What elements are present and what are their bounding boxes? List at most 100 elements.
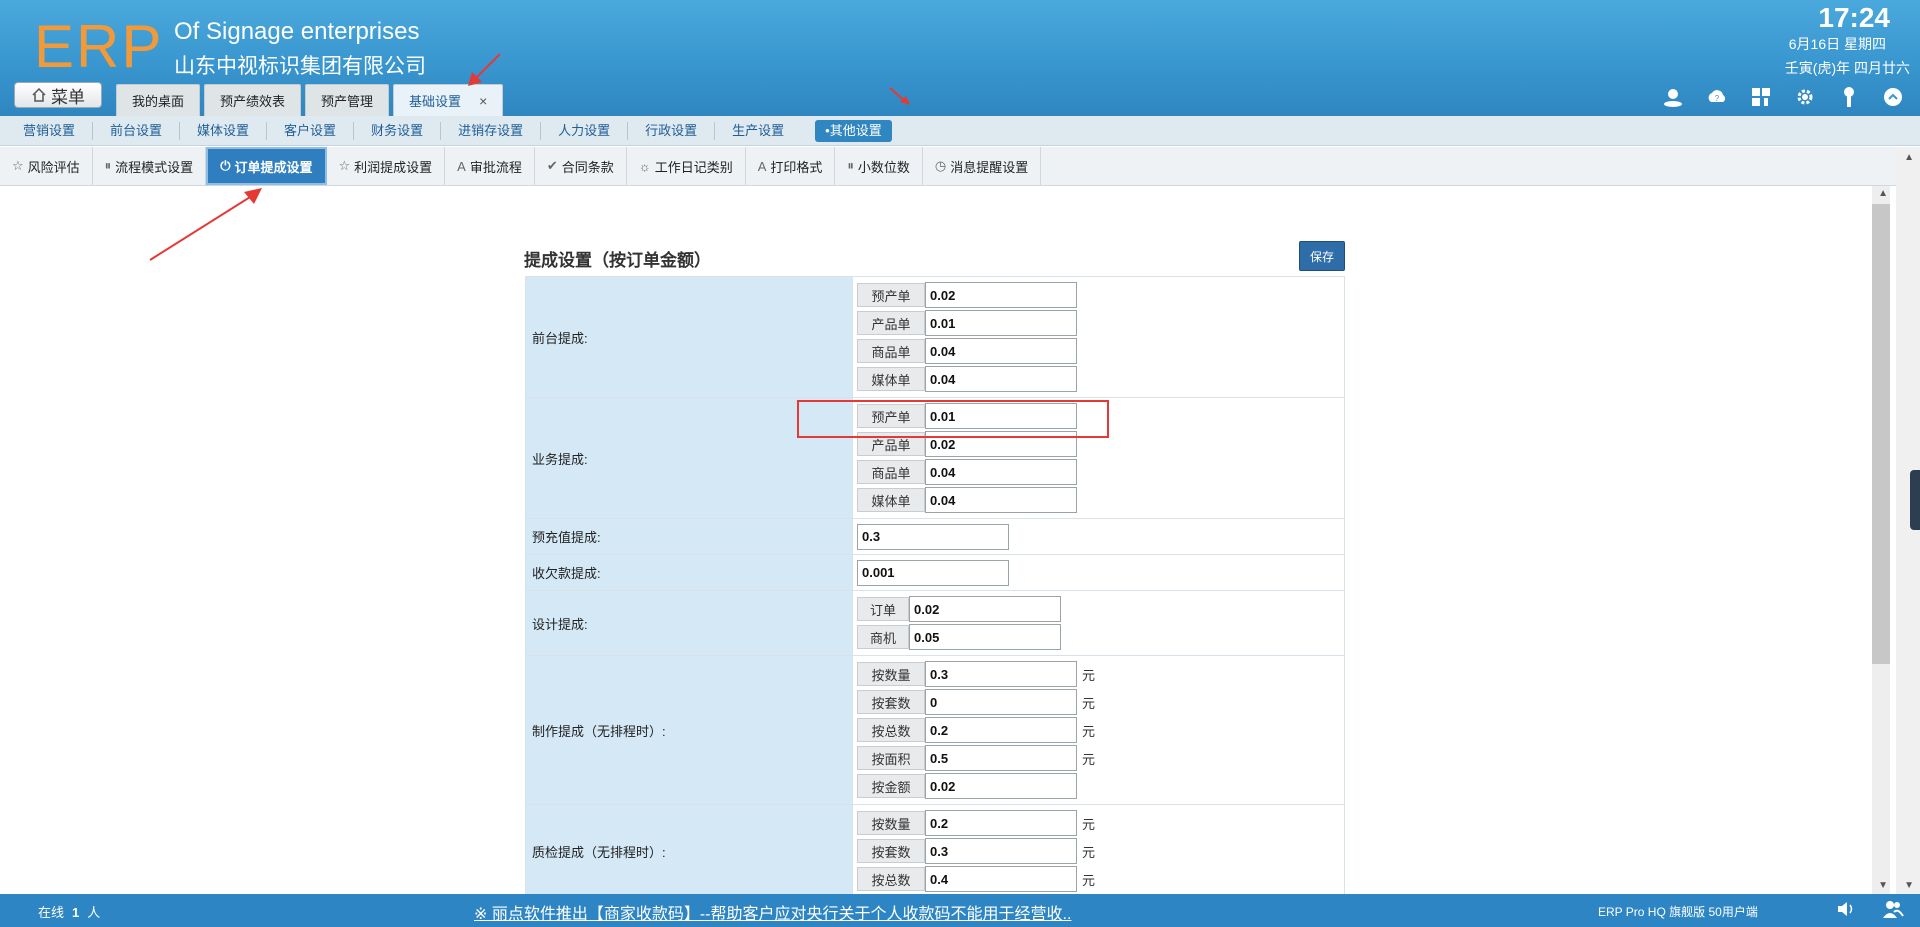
cloud-help-icon[interactable]: ? [1706, 86, 1728, 108]
subtab-order-commission[interactable]: ⏻ 订单提成设置 [206, 147, 327, 185]
category-customer[interactable]: 客户设置 [267, 121, 355, 140]
front-media-input[interactable] [925, 366, 1077, 392]
commission-settings-table: 前台提成: 预产单 产品单 商品单 媒体单 业务提成: 预产单 产品单 商品单 … [525, 276, 1345, 894]
prepaid-commission-input[interactable] [857, 523, 1009, 550]
subtab-risk-assessment[interactable]: ☆ 风险评估 [0, 147, 93, 185]
menu-button[interactable]: 菜单 [14, 82, 102, 108]
tab-label: 预产管理 [321, 94, 374, 109]
online-prefix: 在线 [38, 905, 65, 920]
production-by-amount-input[interactable] [925, 773, 1077, 799]
collapse-up-icon[interactable] [1882, 86, 1904, 108]
production-by-area-input[interactable] [925, 745, 1077, 771]
front-preproduction-input[interactable] [925, 282, 1077, 308]
subtab-profit-commission[interactable]: ☆ 利润提成设置 [327, 147, 446, 185]
field-label: 按数量 [857, 811, 925, 835]
category-other[interactable]: •其他设置 [815, 119, 892, 142]
row-values: 订单 商机 [852, 590, 1345, 656]
users-icon[interactable] [1882, 899, 1904, 919]
row-label: 收欠款提成: [525, 554, 853, 591]
production-by-total-input[interactable] [925, 717, 1077, 743]
scroll-up-icon[interactable]: ▲ [1878, 188, 1888, 199]
tab-preproduction-performance[interactable]: 预产绩效表 [204, 84, 302, 116]
subtab-label: 打印格式 [770, 159, 823, 175]
annotation-highlight-box [797, 400, 1109, 438]
tab-my-desktop[interactable]: 我的桌面 [116, 84, 201, 116]
main-tab-bar: 我的桌面 预产绩效表 预产管理 基础设置 × [116, 84, 504, 116]
app-header: ERP Of Signage enterprises 山东中视标识集团有限公司 … [0, 0, 1920, 116]
speaker-icon[interactable] [1836, 899, 1856, 919]
front-product-input[interactable] [925, 310, 1077, 336]
category-media[interactable]: 媒体设置 [180, 121, 268, 140]
category-production[interactable]: 生产设置 [715, 122, 801, 140]
qc-by-total-input[interactable] [925, 866, 1077, 892]
field-row: 按套数 元 [857, 837, 1340, 865]
window-scroll-down-icon[interactable]: ▼ [1904, 880, 1914, 891]
window-scroll-up-icon[interactable]: ▲ [1904, 152, 1914, 163]
footer-icons [1836, 899, 1904, 919]
key-icon[interactable] [1838, 86, 1860, 108]
subtab-label: 流程模式设置 [115, 159, 194, 175]
tab-preproduction-management[interactable]: 预产管理 [305, 84, 390, 116]
subtab-approval-flow[interactable]: A 审批流程 [445, 147, 535, 185]
side-panel-handle[interactable] [1910, 470, 1920, 530]
subtab-decimal-places[interactable]: ⏸ 小数位数 [835, 147, 923, 185]
tab-label: 预产绩效表 [220, 94, 286, 109]
category-inventory[interactable]: 进销存设置 [441, 121, 542, 140]
unit-label: 元 [1082, 816, 1096, 832]
row-values: 预产单 产品单 商品单 媒体单 [852, 276, 1345, 398]
category-front-desk[interactable]: 前台设置 [93, 121, 181, 140]
qc-by-quantity-input[interactable] [925, 810, 1077, 836]
table-row: 前台提成: 预产单 产品单 商品单 媒体单 [525, 276, 1345, 398]
category-hr[interactable]: 人力设置 [541, 121, 629, 140]
qc-by-set-input[interactable] [925, 838, 1077, 864]
design-order-input[interactable] [909, 596, 1061, 622]
row-label: 预充值提成: [525, 518, 853, 555]
category-admin[interactable]: 行政设置 [628, 121, 716, 140]
content-scrollbar-thumb[interactable] [1872, 204, 1890, 664]
gear-icon[interactable] [1794, 86, 1816, 108]
close-icon[interactable]: × [479, 93, 487, 109]
subtab-label: 风险评估 [27, 159, 80, 175]
font-icon: A [457, 158, 466, 174]
category-marketing[interactable]: 营销设置 [6, 121, 94, 140]
save-button[interactable]: 保存 [1299, 241, 1345, 271]
announcement-link[interactable]: ※ 丽点软件推出【商家收款码】--帮助客户应对央行关于个人收款码不能用于经营收.… [474, 900, 1071, 924]
design-opportunity-input[interactable] [909, 624, 1061, 650]
field-label: 媒体单 [857, 367, 925, 391]
sub-tab-bar: ☆ 风险评估 ⏸ 流程模式设置 ⏻ 订单提成设置 ☆ 利润提成设置 A 审批流程 ✔ 合同条… [0, 147, 1920, 186]
field-row: 媒体单 [857, 486, 1340, 514]
check-icon: ✔ [546, 158, 558, 173]
row-values [852, 554, 1345, 591]
front-goods-input[interactable] [925, 338, 1077, 364]
subtab-message-reminder[interactable]: ◷ 消息提醒设置 [923, 147, 1042, 185]
field-label: 商机 [857, 625, 909, 649]
field-label: 按总数 [857, 718, 925, 742]
field-label: 商品单 [857, 339, 925, 363]
clock-icon: ◷ [934, 158, 947, 173]
row-values [852, 518, 1345, 555]
business-media-input[interactable] [925, 487, 1077, 513]
field-label: 按总数 [857, 867, 925, 891]
production-by-set-input[interactable] [925, 689, 1077, 715]
category-finance[interactable]: 财务设置 [354, 121, 442, 140]
subtab-contract-terms[interactable]: ✔ 合同条款 [535, 147, 627, 185]
pause-circle-icon: ⏸ [104, 158, 112, 173]
unit-label: 元 [1082, 844, 1096, 860]
dashboard-icon[interactable] [1750, 86, 1772, 108]
field-row: 按金额 [857, 772, 1340, 800]
arrears-commission-input[interactable] [857, 559, 1009, 586]
field-row: 预产单 [857, 281, 1340, 309]
table-row: 预充值提成: [525, 518, 1345, 555]
scroll-down-icon[interactable]: ▼ [1878, 880, 1888, 891]
subtab-process-mode[interactable]: ⏸ 流程模式设置 [93, 147, 207, 185]
business-goods-input[interactable] [925, 459, 1077, 485]
unit-label: 元 [1082, 751, 1096, 767]
user-icon[interactable] [1662, 86, 1684, 108]
subtab-print-format[interactable]: A 打印格式 [746, 147, 836, 185]
annotation-arrow [468, 53, 501, 86]
star-icon: ☆ [12, 158, 24, 173]
subtab-journal-category[interactable]: ☼ 工作日记类别 [627, 147, 746, 185]
production-by-quantity-input[interactable] [925, 661, 1077, 687]
field-row: 媒体单 [857, 365, 1340, 393]
home-icon [32, 87, 46, 102]
